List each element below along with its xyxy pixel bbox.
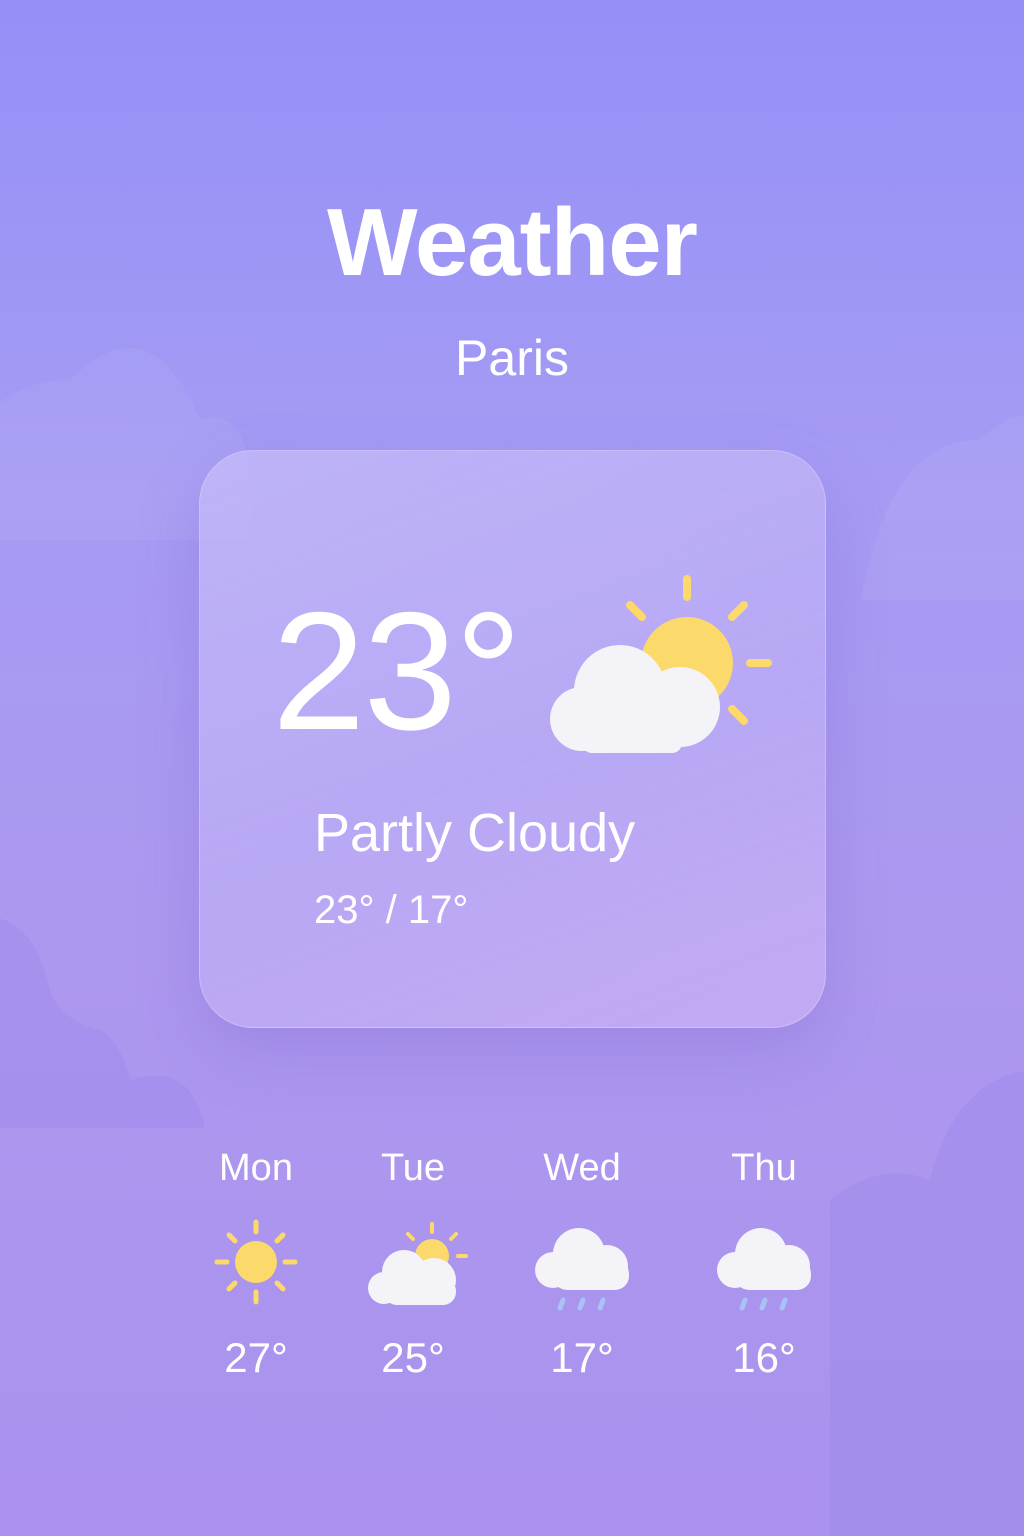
forecast-temperature: 17° [550,1334,614,1381]
city-name: Paris [455,330,569,386]
app-title: Weather [326,189,698,296]
forecast-day-label: Mon [219,1147,293,1189]
sun-icon [214,1219,298,1305]
partly-cloudy-icon [368,1222,468,1305]
rain-cloud-icon [717,1228,811,1311]
forecast-day-mon: Mon 27° [176,1140,336,1388]
forecast-day-label: Wed [543,1147,621,1189]
forecast-temperature: 25° [381,1334,445,1381]
forecast-day-tue: Tue 25° [333,1140,493,1388]
forecast-day-wed: Wed 17° [502,1140,662,1388]
rain-cloud-icon [535,1228,629,1311]
forecast-temperature: 16° [732,1334,796,1381]
forecast-day-thu: Thu 16° [684,1140,844,1388]
current-condition: Partly Cloudy [314,803,636,863]
current-weather-card: 23° Partly Cloudy 23° / 17° [199,450,826,1028]
forecast-day-label: Thu [731,1147,797,1189]
forecast-temperature: 27° [224,1334,288,1381]
partly-cloudy-icon [550,575,772,753]
high-low-temperature: 23° / 17° [314,888,469,932]
forecast-day-label: Tue [380,1147,446,1189]
current-temperature: 23° [272,577,522,765]
forecast-row: Mon 27° Tue 25° Wed 17° Thu 16° [0,1140,1024,1400]
